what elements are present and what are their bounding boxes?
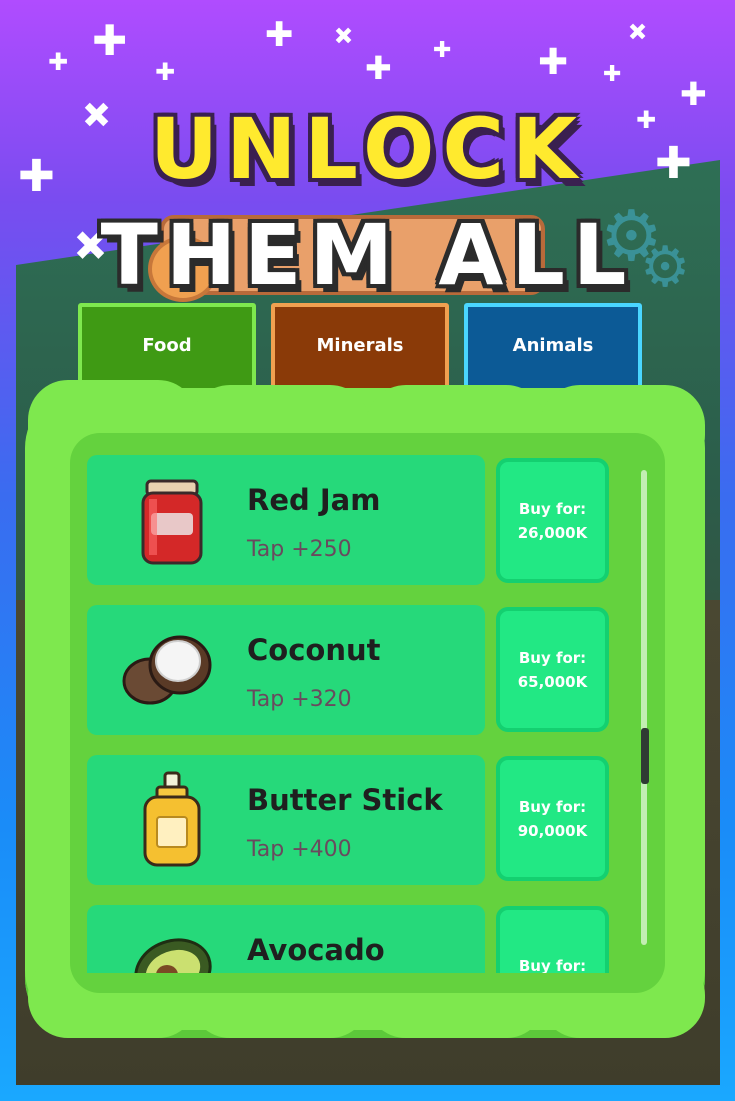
item-name: Butter Stick: [247, 783, 443, 817]
sparkle-icon: ✚: [265, 15, 294, 55]
list-item: Avocado: [87, 905, 485, 973]
buy-price: 90,000K: [517, 821, 588, 840]
sparkle-icon: ✚: [155, 58, 176, 86]
item-name: Coconut: [247, 633, 381, 667]
sparkle-icon: ✚: [433, 38, 452, 63]
item-tap-bonus: Tap +320: [247, 687, 352, 712]
sparkle-icon: ✚: [603, 62, 622, 87]
buy-price: 26,000K: [517, 523, 588, 542]
butter-bottle-icon: [143, 771, 201, 867]
buy-label: Buy for:: [518, 797, 587, 816]
item-tap-bonus: Tap +400: [247, 837, 352, 862]
buy-button[interactable]: Buy for:: [496, 906, 609, 973]
shop-item-list[interactable]: Red Jam Tap +250 Buy for: 26,000K Coconu…: [87, 455, 627, 973]
item-name: Red Jam: [247, 483, 381, 517]
sparkle-icon: ✚: [48, 48, 69, 76]
buy-button[interactable]: Buy for: 26,000K: [496, 458, 609, 583]
buy-price: 65,000K: [517, 672, 588, 691]
buy-button[interactable]: Buy for: 90,000K: [496, 756, 609, 881]
buy-label: Buy for:: [518, 648, 587, 667]
sparkle-icon: ✚: [620, 14, 655, 50]
item-tap-bonus: Tap +250: [247, 537, 352, 562]
coconut-icon: [122, 635, 212, 705]
list-item: Coconut Tap +320: [87, 605, 485, 735]
buy-label: Buy for:: [518, 956, 587, 974]
list-item: Red Jam Tap +250: [87, 455, 485, 585]
sparkle-icon: ✚: [365, 49, 392, 87]
jam-jar-icon: [141, 479, 203, 565]
headline-them-all: THEM ALL: [100, 206, 635, 304]
list-item: Butter Stick Tap +400: [87, 755, 485, 885]
sparkle-icon: ✚: [326, 18, 361, 54]
item-name: Avocado: [247, 933, 385, 967]
sparkle-icon: ✚: [92, 16, 128, 65]
scrollbar-thumb[interactable]: [641, 728, 649, 784]
headline-unlock: UNLOCK: [149, 100, 586, 198]
buy-button[interactable]: Buy for: 65,000K: [496, 607, 609, 732]
avocado-icon: [134, 938, 212, 973]
sparkle-icon: ✚: [538, 42, 569, 83]
scrollbar-track[interactable]: [641, 470, 647, 945]
buy-label: Buy for:: [518, 499, 587, 518]
